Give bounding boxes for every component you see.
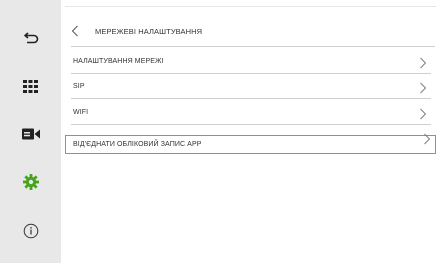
- chevron-right-icon: [419, 81, 427, 94]
- menu-item-label: НАЛАШТУВАННЯ МЕРЕЖІ: [73, 58, 164, 65]
- header-back[interactable]: МЕРЕЖЕВІ НАЛАШТУВАННЯ: [71, 20, 431, 42]
- back-return-icon: [23, 31, 39, 45]
- menu-item-label: WIFI: [73, 109, 89, 116]
- video-camera-icon: [21, 128, 40, 140]
- chevron-left-icon: [71, 20, 89, 42]
- info-icon: [23, 223, 39, 239]
- chevron-right-icon: [419, 56, 427, 69]
- main-panel: МЕРЕЖЕВІ НАЛАШТУВАННЯ НАЛАШТУВАННЯ МЕРЕЖ…: [61, 0, 440, 263]
- chevron-right-icon: [419, 107, 427, 120]
- apps-button[interactable]: [0, 66, 61, 106]
- header-divider: [71, 46, 435, 47]
- gear-icon: [22, 174, 39, 190]
- settings-button[interactable]: [0, 162, 61, 202]
- sidebar: [0, 0, 61, 263]
- page-title: МЕРЕЖЕВІ НАЛАШТУВАННЯ: [95, 26, 203, 36]
- menu-item-network-settings[interactable]: НАЛАШТУВАННЯ МЕРЕЖІ: [71, 50, 431, 74]
- grid-apps-icon: [23, 79, 38, 93]
- menu-item-wifi[interactable]: WIFI: [71, 101, 431, 125]
- back-button[interactable]: [0, 18, 61, 58]
- menu-item-unlink-app-account[interactable]: ВІД'ЄДНАТИ ОБЛІКОВИЙ ЗАПИС APP: [65, 132, 436, 154]
- menu-item-label: SIP: [73, 83, 85, 90]
- video-button[interactable]: [0, 114, 61, 154]
- chevron-right-icon: [423, 132, 431, 145]
- menu-item-sip[interactable]: SIP: [71, 75, 431, 99]
- top-divider: [65, 6, 436, 7]
- menu-item-label: ВІД'ЄДНАТИ ОБЛІКОВИЙ ЗАПИС APP: [73, 141, 202, 148]
- info-button[interactable]: [0, 211, 61, 251]
